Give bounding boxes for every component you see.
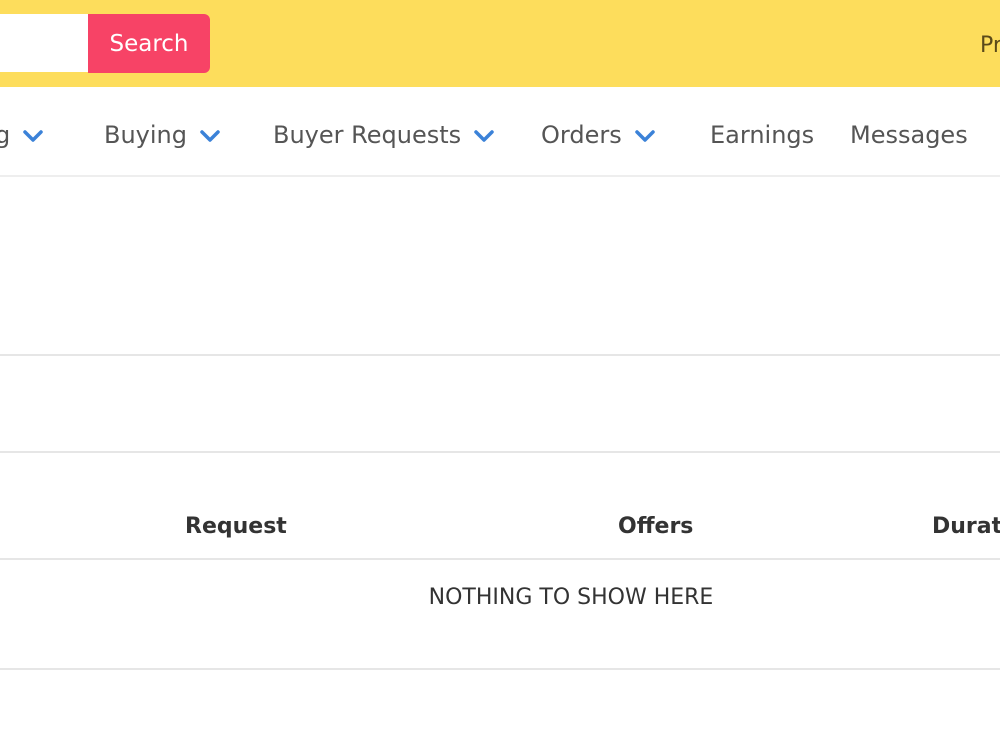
column-header-offers[interactable]: Offers [618, 512, 693, 542]
nav-item-label: Messages [850, 121, 968, 149]
main-nav-bar: g Buying Buyer Requests Orders Earnings … [0, 87, 1000, 177]
column-header-request[interactable]: Request [185, 512, 287, 542]
nav-item-earnings[interactable]: Earnings [710, 120, 814, 150]
nav-item-buying[interactable]: Buying [104, 120, 221, 150]
chevron-down-icon [23, 130, 43, 142]
section-divider [0, 451, 1000, 453]
profile-link[interactable]: Pr [980, 32, 1000, 60]
section-divider [0, 354, 1000, 356]
chevron-down-icon [634, 130, 655, 142]
nav-item-label: Earnings [710, 121, 815, 149]
search-input[interactable] [0, 14, 88, 72]
nav-item-selling[interactable]: g [0, 120, 44, 150]
table-bottom-divider [0, 668, 1000, 670]
top-header-bar: Search Pr [0, 0, 1000, 87]
empty-state-message: NOTHING TO SHOW HERE [428, 585, 714, 610]
chevron-down-icon [200, 130, 220, 142]
search-button[interactable]: Search [88, 14, 210, 73]
nav-item-label: g [0, 121, 11, 149]
chevron-down-icon [474, 130, 494, 142]
nav-item-label: Orders [541, 121, 622, 149]
nav-item-label: Buyer Requests [273, 121, 462, 149]
nav-item-label: Buying [104, 121, 187, 149]
table-header-divider [0, 558, 1000, 560]
nav-item-buyer-requests[interactable]: Buyer Requests [273, 120, 495, 150]
column-header-duration[interactable]: Durat [932, 512, 1000, 542]
nav-item-messages[interactable]: Messages [850, 120, 968, 150]
nav-item-orders[interactable]: Orders [541, 120, 656, 150]
